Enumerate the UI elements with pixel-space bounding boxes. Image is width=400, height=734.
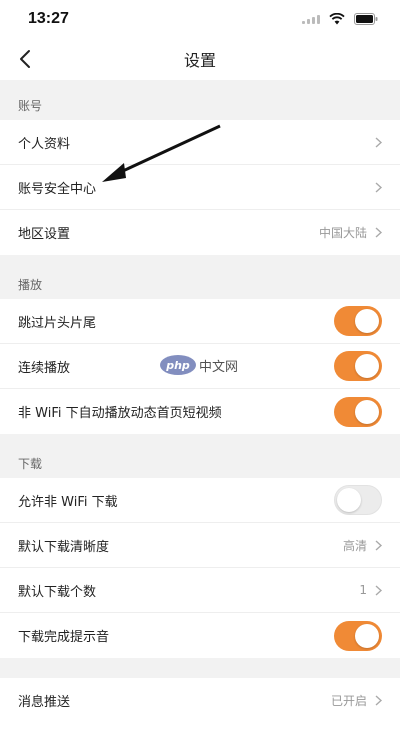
section-header-account: 账号	[0, 80, 400, 120]
row-label: 地区设置	[18, 227, 71, 242]
row-label: 跳过片头片尾	[18, 315, 97, 331]
row-label: 账号安全中心	[18, 181, 97, 197]
section-notifications: 消息推送 已开启	[0, 678, 400, 723]
toggle-download-sound[interactable]	[334, 620, 382, 651]
row-download-quality[interactable]: 默认下载清晰度 高清	[0, 523, 400, 568]
row-label: 非 WiFi 下自动播放动态首页短视频	[18, 406, 222, 421]
chevron-right-icon	[375, 539, 382, 551]
watermark-logo: php	[160, 355, 196, 375]
row-skip-intro: 跳过片头片尾	[0, 299, 400, 344]
row-value: 已开启	[330, 694, 367, 708]
chevron-left-icon	[20, 50, 30, 68]
status-time: 13:27	[28, 10, 69, 27]
row-label: 个人资料	[18, 136, 71, 152]
wifi-icon	[329, 13, 345, 25]
section-header-playback: 播放	[0, 255, 400, 299]
battery-icon	[354, 13, 378, 25]
chevron-right-icon	[375, 181, 382, 193]
row-label: 默认下载清晰度	[18, 539, 110, 555]
row-allow-non-wifi-download: 允许非 WiFi 下载	[0, 478, 400, 523]
nav-bar: 设置	[0, 38, 400, 80]
chevron-right-icon	[375, 136, 382, 148]
row-autoplay-non-wifi: 非 WiFi 下自动播放动态首页短视频	[0, 389, 400, 434]
watermark-text: 中文网	[199, 359, 239, 375]
row-download-sound: 下载完成提示音	[0, 613, 400, 658]
section-header-download: 下载	[0, 434, 400, 478]
toggle-allow-non-wifi-download[interactable]	[334, 485, 382, 515]
row-label: 消息推送	[18, 695, 71, 710]
row-value: 中国大陆	[318, 226, 367, 240]
signal-icon	[302, 14, 320, 24]
chevron-right-icon	[375, 227, 382, 238]
row-label: 连续播放	[18, 360, 71, 376]
toggle-autoplay-non-wifi[interactable]	[334, 396, 382, 427]
chevron-right-icon	[375, 695, 382, 706]
row-value: 1	[359, 583, 367, 597]
row-download-count[interactable]: 默认下载个数 1	[0, 568, 400, 613]
row-label: 允许非 WiFi 下载	[18, 494, 118, 510]
row-label: 下载完成提示音	[18, 630, 110, 645]
row-push-notifications[interactable]: 消息推送 已开启	[0, 678, 400, 723]
row-region[interactable]: 地区设置 中国大陆	[0, 210, 400, 255]
section-download: 允许非 WiFi 下载 默认下载清晰度 高清 默认下载个数 1 下载完成提示音	[0, 478, 400, 658]
toggle-skip-intro[interactable]	[334, 306, 382, 336]
annotation-arrow-icon	[102, 124, 221, 182]
row-value: 高清	[342, 538, 367, 553]
toggle-autoplay-next[interactable]	[334, 351, 382, 381]
chevron-right-icon	[375, 584, 382, 596]
back-button[interactable]	[12, 46, 38, 72]
row-label: 默认下载个数	[18, 584, 97, 600]
section-spacer	[0, 658, 400, 678]
watermark: php 中文网	[160, 355, 238, 375]
status-bar: 13:27	[0, 0, 400, 38]
status-icons	[302, 13, 378, 25]
page-title: 设置	[183, 51, 216, 70]
